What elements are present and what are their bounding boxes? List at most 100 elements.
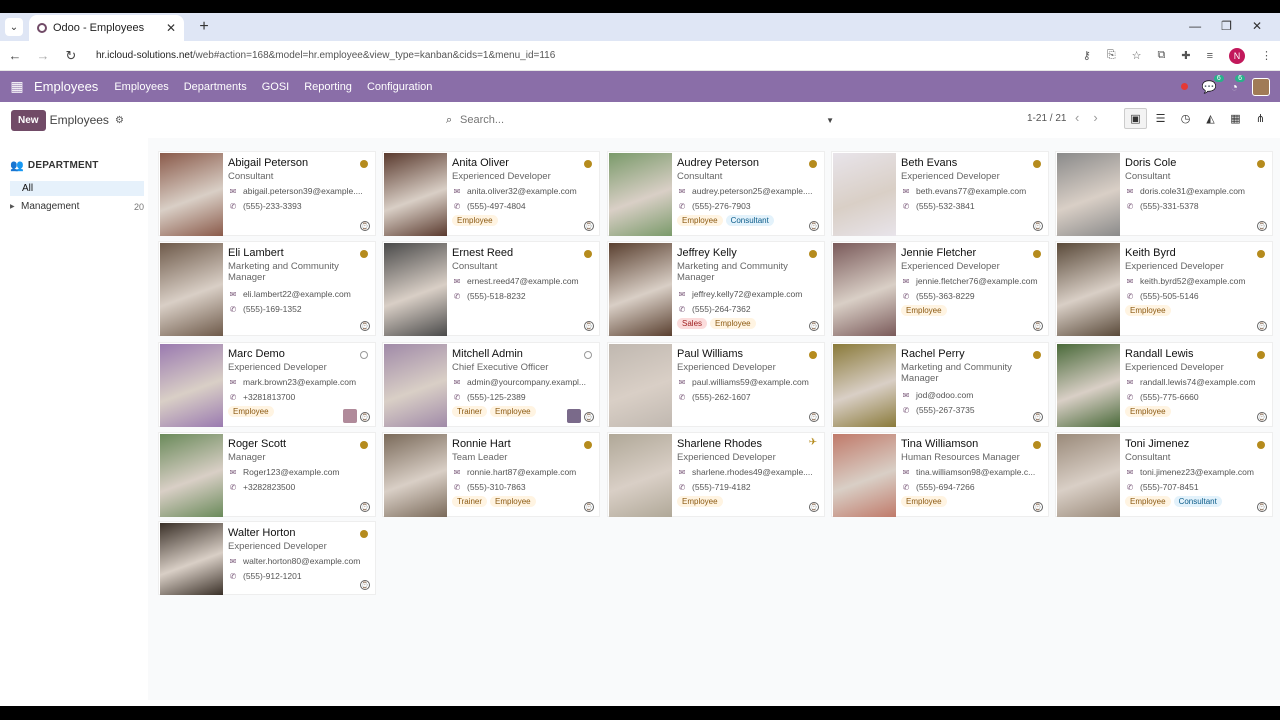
activity-clock-icon[interactable]: ⌚ — [809, 321, 819, 331]
profile-avatar[interactable]: N — [1229, 47, 1245, 64]
user-mini-avatar[interactable] — [343, 409, 357, 423]
url-field[interactable]: hr.icloud-solutions.net/web#action=168&m… — [92, 50, 1069, 61]
employee-card[interactable]: Eli Lambert Marketing and Community Manag… — [158, 241, 376, 336]
employee-card[interactable]: Marc Demo Experienced Developer ✉ mark.brow… — [158, 342, 376, 427]
envelope-icon: ✉ — [678, 467, 686, 477]
activity-clock-icon[interactable]: ⌚ — [360, 502, 370, 512]
chat-icon[interactable]: 💬 6 — [1202, 74, 1224, 94]
employee-email-line: ✉ jeffrey.kelly72@example.com — [677, 289, 822, 299]
employee-tag: Employee — [677, 215, 723, 226]
employee-card[interactable]: Randall Lewis Experienced Developer ✉ randa… — [1055, 342, 1273, 427]
employee-card[interactable]: Anita Oliver Experienced Developer ✉ anita.… — [382, 151, 600, 236]
employee-card[interactable]: Sharlene Rhodes Experienced Developer ✉ sha… — [607, 432, 825, 517]
activity-clock-icon[interactable]: ⌚ — [1033, 321, 1043, 331]
app-name[interactable]: Employees — [34, 79, 98, 94]
sidebar-item-management[interactable]: ▶ Management 20 — [10, 201, 144, 212]
employee-card[interactable]: Rachel Perry Marketing and Community Mana… — [831, 342, 1049, 427]
forward-icon[interactable]: → — [36, 48, 50, 63]
presence-status-icon — [1033, 441, 1041, 449]
close-window-icon[interactable]: ✕ — [1252, 19, 1262, 33]
key-icon[interactable]: ⚷ — [1083, 49, 1091, 62]
presence-status-icon — [360, 351, 368, 359]
extension-icon[interactable]: ⧉ — [1158, 49, 1166, 62]
activity-clock-icon[interactable]: ⌚ — [1033, 412, 1043, 422]
phone-icon: ✆ — [453, 201, 461, 211]
activity-view-icon[interactable]: ◷ — [1174, 108, 1197, 129]
media-icon[interactable]: ≡ — [1207, 50, 1213, 62]
menu-reporting[interactable]: Reporting — [304, 81, 352, 93]
activity-clock-icon[interactable]: ⌚ — [1257, 502, 1267, 512]
activity-clock-icon[interactable]: ⌚ — [360, 321, 370, 331]
activity-clock-icon[interactable]: ⌚ — [1033, 221, 1043, 231]
graph-view-icon[interactable]: ◭ — [1199, 108, 1222, 129]
pager-value[interactable]: 1-21 / 21 — [1027, 113, 1066, 124]
activity-clock-icon[interactable]: ⌚ — [809, 221, 819, 231]
activity-clock-icon[interactable]: ⌚ — [1257, 221, 1267, 231]
activity-clock-icon[interactable]: ⌚ — [809, 502, 819, 512]
activity-clock-icon[interactable]: ⌚ — [584, 221, 594, 231]
expand-caret-icon[interactable]: ▶ — [10, 203, 21, 210]
menu-configuration[interactable]: Configuration — [367, 81, 432, 93]
employee-card[interactable]: Ronnie Hart Team Leader ✉ ronnie.hart87@exa… — [382, 432, 600, 517]
browser-tab[interactable]: Odoo - Employees ✕ — [29, 15, 184, 41]
search-input[interactable] — [460, 114, 827, 126]
tab-search-icon[interactable]: ⌄ — [5, 18, 23, 36]
menu-employees[interactable]: Employees — [114, 81, 168, 93]
employee-card[interactable]: Audrey Peterson Consultant ✉ audrey.peterso… — [607, 151, 825, 236]
employee-card[interactable]: Doris Cole Consultant ✉ doris.cole31@exampl… — [1055, 151, 1273, 236]
employee-card[interactable]: Jennie Fletcher Experienced Developer ✉ jen… — [831, 241, 1049, 336]
star-icon[interactable]: ☆ — [1132, 49, 1142, 62]
menu-departments[interactable]: Departments — [184, 81, 247, 93]
activity-clock-icon[interactable]: ⌚ — [584, 502, 594, 512]
employee-name: Roger Scott — [228, 438, 287, 450]
activity-clock-icon[interactable]: ⌚ — [1257, 321, 1267, 331]
activity-clock-icon[interactable]: ⌚ — [360, 580, 370, 590]
activity-clock-icon[interactable]: ⌚ — [1257, 412, 1267, 422]
activity-clock-icon[interactable]: ⌚ — [584, 412, 594, 422]
gear-icon[interactable]: ⚙ — [115, 115, 124, 126]
tab-close-icon[interactable]: ✕ — [166, 21, 176, 35]
user-avatar[interactable] — [1252, 77, 1270, 96]
pager-next-icon[interactable]: › — [1093, 110, 1097, 125]
employee-card[interactable]: Paul Williams Experienced Developer ✉ paul.… — [607, 342, 825, 427]
employee-card[interactable]: Jeffrey Kelly Marketing and Community Man… — [607, 241, 825, 336]
employee-card[interactable]: Mitchell Admin Chief Executive Officer ✉ ad… — [382, 342, 600, 427]
employee-card[interactable]: Roger Scott Manager ✉ Roger123@example.com ✆… — [158, 432, 376, 517]
new-tab-icon[interactable]: + — [194, 18, 214, 36]
kanban-view-icon[interactable]: ▣ — [1124, 108, 1147, 129]
activity-clock-icon[interactable]: ⌚ — [360, 221, 370, 231]
activity-clock-icon[interactable]: ◔ 6 — [1231, 74, 1245, 94]
activity-clock-icon[interactable]: ⌚ — [809, 412, 819, 422]
minimize-icon[interactable]: — — [1189, 19, 1201, 33]
activity-clock-icon[interactable]: ⌚ — [1033, 502, 1043, 512]
apps-grid-icon[interactable]: ▦ — [0, 78, 34, 95]
maximize-icon[interactable]: ❐ — [1221, 19, 1232, 33]
hierarchy-view-icon[interactable]: ⋔ — [1249, 108, 1272, 129]
phone-icon: ✆ — [678, 392, 686, 402]
pager-prev-icon[interactable]: ‹ — [1075, 110, 1079, 125]
back-icon[interactable]: ← — [8, 48, 22, 63]
install-icon[interactable]: ⎘ — [1107, 49, 1116, 62]
list-view-icon[interactable]: ☰ — [1149, 108, 1172, 129]
employee-card[interactable]: Beth Evans Experienced Developer ✉ beth.eva… — [831, 151, 1049, 236]
pivot-view-icon[interactable]: ▦ — [1224, 108, 1247, 129]
employee-phone: (555)-310-7863 — [467, 482, 526, 492]
puzzle-icon[interactable]: ✚ — [1181, 49, 1190, 62]
employee-email: doris.cole31@example.com — [1140, 186, 1246, 196]
activity-clock-icon[interactable]: ⌚ — [360, 412, 370, 422]
user-mini-avatar[interactable] — [567, 409, 581, 423]
search-options-caret-icon[interactable]: ▼ — [826, 116, 834, 125]
employee-card[interactable]: Ernest Reed Consultant ✉ ernest.reed47@exam… — [382, 241, 600, 336]
kebab-menu-icon[interactable]: ⋮ — [1261, 49, 1272, 62]
employee-card[interactable]: Tina Williamson Human Resources Manager ✉ t… — [831, 432, 1049, 517]
new-button[interactable]: New — [11, 109, 46, 131]
employee-email: ronnie.hart87@example.com — [467, 467, 577, 477]
employee-card[interactable]: Toni Jimenez Consultant ✉ toni.jimenez23@ex… — [1055, 432, 1273, 517]
employee-card[interactable]: Abigail Peterson Consultant ✉ abigail.peter… — [158, 151, 376, 236]
employee-card[interactable]: Keith Byrd Experienced Developer ✉ keith.by… — [1055, 241, 1273, 336]
reload-icon[interactable]: ↻ — [64, 48, 78, 64]
sidebar-item-all[interactable]: All — [10, 181, 144, 196]
activity-clock-icon[interactable]: ⌚ — [584, 321, 594, 331]
employee-card[interactable]: Walter Horton Experienced Developer ✉ walte… — [158, 521, 376, 595]
menu-gosi[interactable]: GOSI — [262, 81, 290, 93]
